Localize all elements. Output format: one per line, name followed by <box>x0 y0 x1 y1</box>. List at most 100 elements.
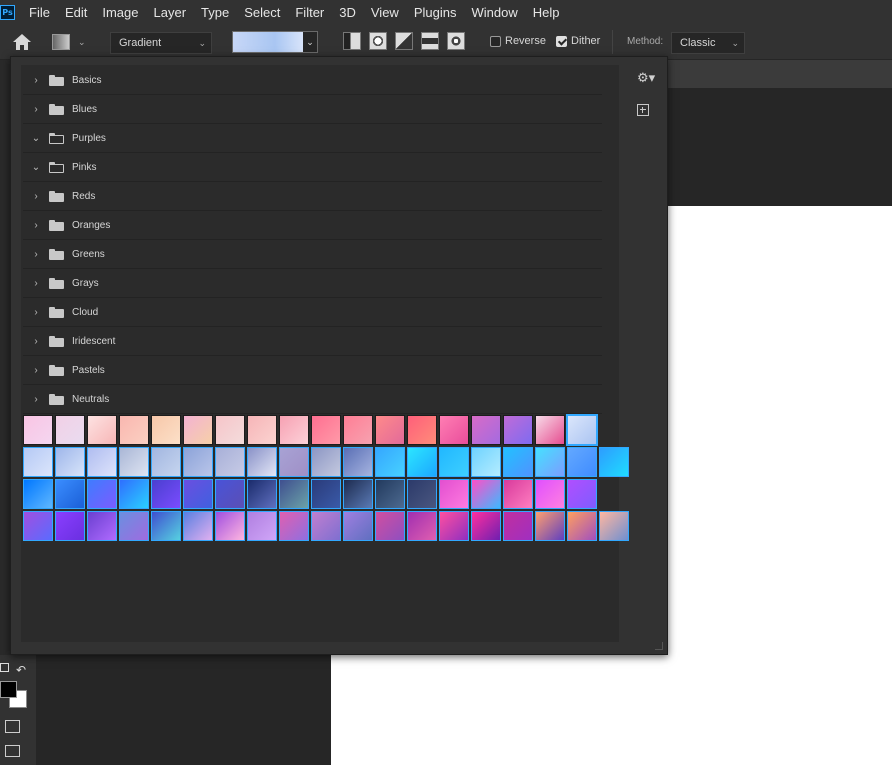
method-select[interactable]: Classic ⌄ <box>671 32 745 54</box>
gradient-swatch[interactable] <box>535 511 565 541</box>
reverse-option[interactable]: Reverse <box>490 35 546 47</box>
gradient-swatch[interactable] <box>311 447 341 477</box>
gradient-swatch[interactable] <box>535 447 565 477</box>
gradient-swatch[interactable] <box>87 415 117 445</box>
menu-item-select[interactable]: Select <box>244 5 280 20</box>
gradient-swatch[interactable] <box>55 447 85 477</box>
menu-item-file[interactable]: File <box>29 5 50 20</box>
chevron-right-icon[interactable]: › <box>27 249 45 260</box>
chevron-down-icon[interactable]: ⌄ <box>303 32 317 52</box>
gradient-swatch[interactable] <box>343 511 373 541</box>
gradient-swatch[interactable] <box>215 511 245 541</box>
chevron-right-icon[interactable]: › <box>27 278 45 289</box>
gradient-swatch[interactable] <box>503 415 533 445</box>
gradient-swatch[interactable] <box>279 447 309 477</box>
gradient-type-select[interactable]: Gradient ⌄ <box>110 32 212 54</box>
gradient-swatch[interactable] <box>87 447 117 477</box>
gradient-swatch[interactable] <box>87 479 117 509</box>
dither-checkbox[interactable] <box>556 35 567 47</box>
gradient-swatch[interactable] <box>151 415 181 445</box>
gradient-swatch[interactable] <box>183 511 213 541</box>
gradient-swatch[interactable] <box>567 479 597 509</box>
gradient-swatch[interactable] <box>439 415 469 445</box>
gradient-swatch[interactable] <box>215 415 245 445</box>
gradient-swatch[interactable] <box>215 479 245 509</box>
gradient-swatch[interactable] <box>503 447 533 477</box>
resize-grip-icon[interactable] <box>655 642 663 650</box>
gradient-swatch[interactable] <box>55 511 85 541</box>
quick-mask-icon[interactable] <box>5 720 20 733</box>
menu-item-filter[interactable]: Filter <box>295 5 324 20</box>
gradient-swatch[interactable] <box>279 415 309 445</box>
gradient-swatch[interactable] <box>439 447 469 477</box>
gear-icon[interactable]: ⚙▾ <box>637 70 655 86</box>
gradient-folder-basics[interactable]: › Basics <box>23 67 602 95</box>
gradient-swatch[interactable] <box>407 415 437 445</box>
gradient-swatch[interactable] <box>311 511 341 541</box>
gradient-picker-button[interactable]: ⌄ <box>232 31 318 53</box>
gradient-swatch[interactable] <box>119 479 149 509</box>
dither-option[interactable]: Dither <box>556 35 600 47</box>
default-colors-icon[interactable] <box>0 663 9 672</box>
gradient-folder-pastels[interactable]: › Pastels <box>23 357 602 385</box>
gradient-folder-purples[interactable]: ⌄ Purples <box>23 125 602 153</box>
gradient-swatch[interactable] <box>407 511 437 541</box>
menu-item-layer[interactable]: Layer <box>154 5 187 20</box>
gradient-swatch[interactable] <box>151 479 181 509</box>
gradient-swatch[interactable] <box>567 511 597 541</box>
gradient-swatch[interactable] <box>183 415 213 445</box>
menu-item-plugins[interactable]: Plugins <box>414 5 457 20</box>
gradient-swatch[interactable] <box>55 415 85 445</box>
gradient-swatch[interactable] <box>119 447 149 477</box>
gradient-swatch[interactable] <box>471 447 501 477</box>
gradient-swatch[interactable] <box>471 479 501 509</box>
tool-preset-picker[interactable]: ⌄ <box>52 32 92 52</box>
chevron-right-icon[interactable]: › <box>27 191 45 202</box>
chevron-right-icon[interactable]: › <box>27 220 45 231</box>
gradient-swatch[interactable] <box>23 479 53 509</box>
gradient-swatch[interactable] <box>503 511 533 541</box>
gradient-swatch[interactable] <box>23 447 53 477</box>
gradient-swatch[interactable] <box>23 415 53 445</box>
diamond-gradient-button[interactable] <box>447 32 465 50</box>
new-gradient-icon[interactable] <box>637 104 649 116</box>
gradient-folder-oranges[interactable]: › Oranges <box>23 212 602 240</box>
menu-item-window[interactable]: Window <box>471 5 517 20</box>
gradient-folder-iridescent[interactable]: › Iridescent <box>23 328 602 356</box>
gradient-swatch[interactable] <box>535 415 565 445</box>
gradient-swatch[interactable] <box>407 479 437 509</box>
chevron-right-icon[interactable]: › <box>27 336 45 347</box>
gradient-folder-blues[interactable]: › Blues <box>23 96 602 124</box>
gradient-folder-grays[interactable]: › Grays <box>23 270 602 298</box>
gradient-swatch[interactable] <box>247 415 277 445</box>
gradient-swatch[interactable] <box>151 511 181 541</box>
foreground-color-swatch[interactable] <box>0 681 17 698</box>
gradient-swatch[interactable] <box>599 447 629 477</box>
gradient-swatch[interactable] <box>55 479 85 509</box>
menu-item-type[interactable]: Type <box>201 5 229 20</box>
chevron-down-icon[interactable]: ⌄ <box>27 162 45 173</box>
gradient-swatch[interactable] <box>471 415 501 445</box>
chevron-right-icon[interactable]: › <box>27 307 45 318</box>
gradient-swatch[interactable] <box>279 479 309 509</box>
gradient-swatch[interactable] <box>151 447 181 477</box>
menu-item-help[interactable]: Help <box>533 5 560 20</box>
screen-mode-icon[interactable] <box>5 745 20 757</box>
chevron-right-icon[interactable]: › <box>27 104 45 115</box>
reflected-gradient-button[interactable] <box>421 32 439 50</box>
gradient-folder-neutrals[interactable]: › Neutrals <box>23 386 602 414</box>
gradient-swatch[interactable] <box>343 479 373 509</box>
gradient-swatch[interactable] <box>439 511 469 541</box>
gradient-swatch[interactable] <box>343 447 373 477</box>
radial-gradient-button[interactable] <box>369 32 387 50</box>
menu-item-3d[interactable]: 3D <box>339 5 356 20</box>
gradient-swatch[interactable] <box>343 415 373 445</box>
gradient-swatch[interactable] <box>279 511 309 541</box>
gradient-swatch[interactable] <box>183 479 213 509</box>
gradient-swatch[interactable] <box>375 415 405 445</box>
gradient-preview[interactable] <box>233 32 303 52</box>
gradient-swatch[interactable] <box>311 479 341 509</box>
chevron-right-icon[interactable]: › <box>27 365 45 376</box>
photoshop-logo-icon[interactable]: Ps <box>0 4 15 20</box>
gradient-swatch[interactable] <box>566 414 598 446</box>
